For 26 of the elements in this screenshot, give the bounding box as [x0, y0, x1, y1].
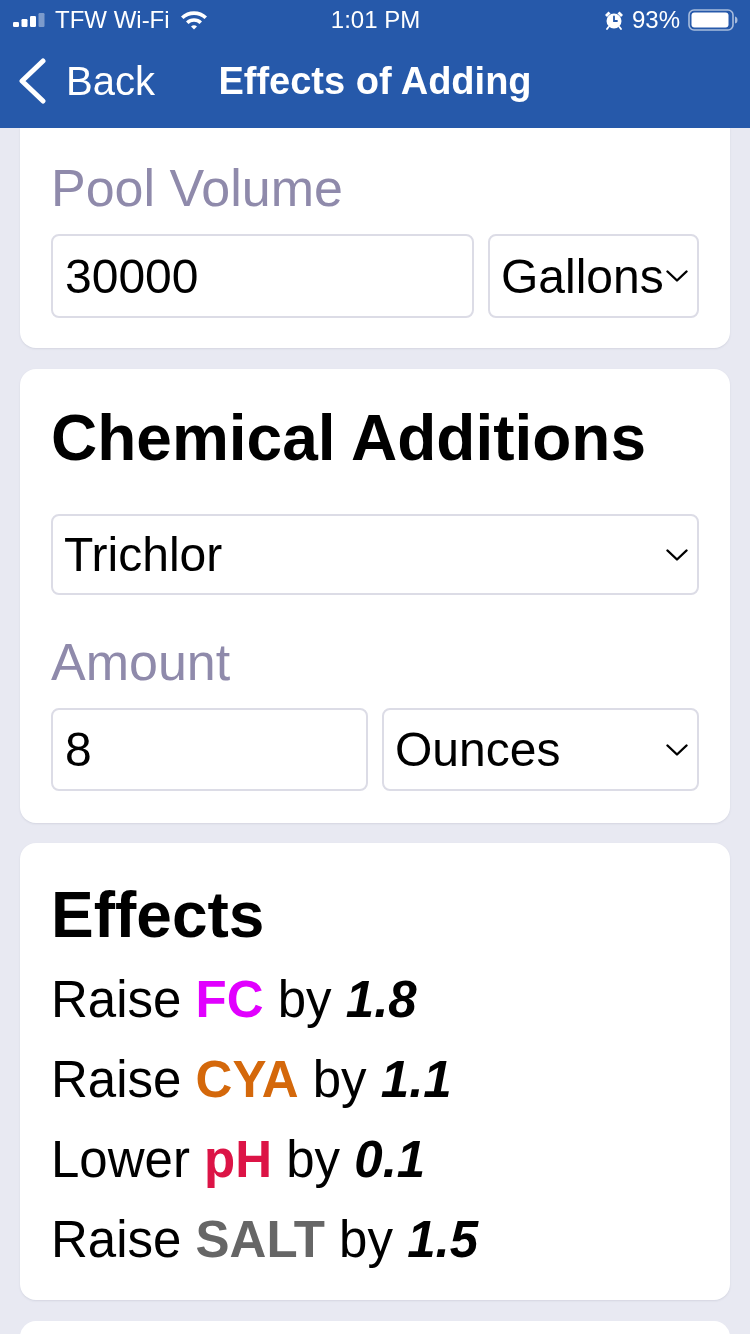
chemical-select[interactable]: Trichlor	[51, 514, 699, 595]
carrier-name: TFW Wi-Fi	[55, 6, 170, 34]
effect-text: Lower pH by 0.1	[51, 1130, 427, 1190]
chevron-down-icon	[666, 548, 688, 561]
status-time: 1:01 PM	[330, 6, 421, 34]
back-button[interactable]: Back	[18, 57, 155, 105]
battery-icon	[688, 9, 738, 31]
effect-text: Raise SALT by 1.5	[51, 1210, 480, 1270]
amount-input[interactable]: 8	[51, 708, 368, 791]
chevron-down-icon	[666, 743, 688, 756]
amount-unit-select[interactable]: Ounces	[382, 708, 699, 791]
pool-volume-input[interactable]: 30000	[51, 234, 474, 318]
amount-label: Amount	[51, 634, 232, 690]
volume-unit-select[interactable]: Gallons	[488, 234, 699, 318]
chevron-down-icon	[666, 270, 688, 282]
wifi-icon	[179, 10, 208, 30]
signal-bars-icon	[13, 13, 45, 27]
back-chevron-icon	[18, 58, 46, 104]
effect-text: Raise CYA by 1.1	[51, 1050, 453, 1110]
pool-volume-label: Pool Volume	[51, 160, 344, 216]
chemical-additions-heading: Chemical Additions	[51, 402, 648, 474]
alarm-clock-icon	[603, 10, 624, 30]
page-title: Effects of Adding	[218, 59, 532, 104]
effect-text: Raise FC by 1.8	[51, 970, 418, 1030]
effects-heading: Effects	[51, 880, 266, 950]
battery-percentage: 93%	[631, 6, 680, 34]
